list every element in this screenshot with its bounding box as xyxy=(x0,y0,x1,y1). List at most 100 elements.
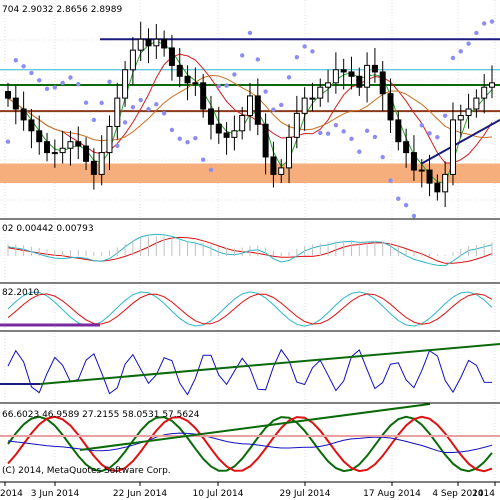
candle-body xyxy=(247,95,253,117)
candle-body xyxy=(231,130,238,138)
sar-dot xyxy=(450,55,456,61)
sar-dot xyxy=(474,30,479,36)
macd-panel-header: 02 0.00442 0.00793 xyxy=(2,224,94,234)
sar-dot xyxy=(481,21,487,26)
multi-panel-header: 66.6023 46.9589 27.2155 58.0531 57.5624 xyxy=(2,410,200,420)
sar-dot xyxy=(271,107,276,112)
x-tick-label: 2014 xyxy=(472,489,495,499)
candle-body xyxy=(293,112,300,138)
candle-body xyxy=(262,123,269,158)
candle-body xyxy=(114,97,121,127)
candle-body xyxy=(106,125,113,154)
candle-body xyxy=(44,141,51,154)
candle-body xyxy=(207,108,214,125)
candle-body xyxy=(129,49,136,71)
sar-dot xyxy=(263,89,268,94)
sar-dot xyxy=(115,143,120,149)
sar-dot xyxy=(37,78,42,83)
sar-dot xyxy=(122,120,128,125)
sar-dot xyxy=(357,149,362,154)
candle-body xyxy=(36,130,43,143)
candle-body xyxy=(59,147,66,154)
candle-body xyxy=(340,69,347,73)
candle-body xyxy=(286,136,293,169)
candle-body xyxy=(325,82,332,88)
candle-body xyxy=(51,152,58,155)
x-tick-label: 17 Aug 2014 xyxy=(363,489,421,499)
candle-body xyxy=(449,119,456,175)
candle-body xyxy=(301,97,308,114)
candle-body xyxy=(379,71,386,95)
sar-dot xyxy=(146,107,151,112)
candle-body xyxy=(434,182,441,193)
candle-body xyxy=(20,108,27,121)
sar-dot xyxy=(396,196,401,201)
sar-dot xyxy=(161,111,167,116)
candle-body xyxy=(75,141,82,147)
sar-dot xyxy=(310,49,315,54)
candle-body xyxy=(83,145,90,162)
sar-dot xyxy=(224,83,229,88)
sar-dot xyxy=(325,131,331,136)
candle-body xyxy=(168,47,175,66)
candle-body xyxy=(67,141,74,149)
sar-dot xyxy=(255,57,261,62)
sar-dot xyxy=(21,64,26,69)
sar-dot xyxy=(442,113,448,118)
sar-dot xyxy=(435,135,440,140)
sar-dot xyxy=(403,202,409,208)
sar-dot xyxy=(68,75,73,80)
sar-dot xyxy=(91,117,97,123)
x-tick-label: 3 Jun 2014 xyxy=(31,489,80,499)
sar-dot xyxy=(185,139,190,145)
candle-body xyxy=(317,86,324,99)
sar-dot xyxy=(60,80,65,86)
candle-body xyxy=(410,152,417,171)
sar-dot xyxy=(286,75,292,80)
candle-body xyxy=(371,64,378,73)
sar-dot xyxy=(349,136,354,142)
sar-dot xyxy=(380,154,385,160)
candle-body xyxy=(12,97,19,110)
sar-dot xyxy=(411,213,417,219)
sar-dot xyxy=(200,157,206,162)
sar-dot xyxy=(247,30,253,36)
candle-body xyxy=(254,95,261,125)
sar-dot xyxy=(458,49,463,54)
sar-dot xyxy=(466,41,471,46)
sar-dot xyxy=(333,123,339,128)
candle-body xyxy=(356,75,363,88)
candle-body xyxy=(176,64,183,77)
candle-body xyxy=(465,108,472,117)
sar-dot xyxy=(208,167,214,173)
candle-body xyxy=(309,97,316,100)
sar-dot xyxy=(83,100,89,105)
candle-body xyxy=(184,75,191,84)
candle-body xyxy=(200,82,207,110)
sar-dot xyxy=(177,136,182,141)
candle-body xyxy=(442,173,449,193)
stochastic-panel-header: 82.2010 xyxy=(2,288,39,298)
sar-dot xyxy=(279,102,284,108)
candle-body xyxy=(457,115,464,121)
sar-dot xyxy=(130,105,136,110)
sar-dot xyxy=(372,134,378,140)
main-panel-header: 704 2.9032 2.8656 2.8989 xyxy=(2,5,123,15)
candle-body xyxy=(239,115,246,132)
x-tick-label: 10 Jul 2014 xyxy=(193,489,244,499)
sar-dot xyxy=(29,70,34,76)
sar-dot xyxy=(13,58,19,63)
candle-body xyxy=(395,119,402,143)
sar-dot xyxy=(419,123,424,128)
sar-dot xyxy=(154,102,159,107)
candle-body xyxy=(145,38,152,47)
candle-body xyxy=(473,97,480,110)
sar-dot xyxy=(239,53,245,58)
sar-dot xyxy=(302,44,307,49)
candle-body xyxy=(215,123,222,134)
sar-dot xyxy=(52,85,58,90)
candle-body xyxy=(489,82,495,88)
candle-body xyxy=(481,86,488,99)
candle-body xyxy=(426,169,433,184)
sar-dot xyxy=(5,139,11,144)
